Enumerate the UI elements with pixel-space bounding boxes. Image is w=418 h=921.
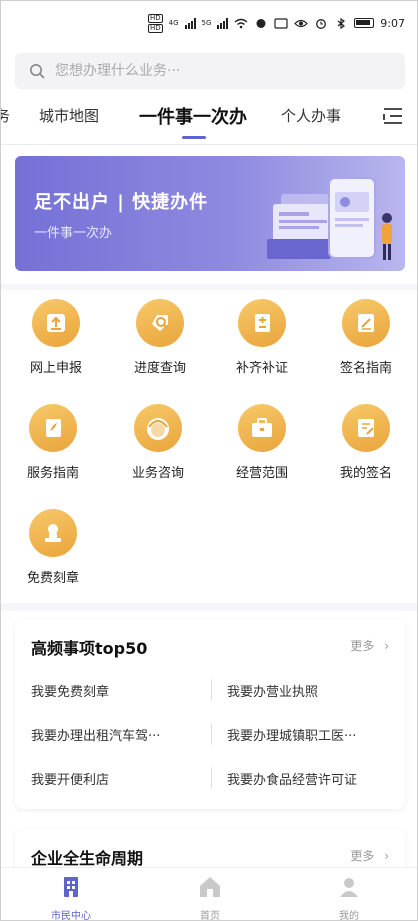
guide-book-icon — [29, 404, 77, 452]
service-label: 补齐补证 — [235, 361, 288, 376]
tab-personal-affairs[interactable]: 个人办事 — [281, 105, 341, 126]
banner-illustration — [267, 177, 392, 260]
my-signature-icon — [342, 404, 390, 452]
service-label: 业务咨询 — [131, 466, 184, 481]
alarm-icon — [316, 18, 327, 29]
service-consult[interactable]: 业务咨询 — [113, 404, 203, 481]
search-bar[interactable] — [15, 53, 405, 89]
battery-icon — [354, 18, 375, 28]
progress-search-icon — [136, 299, 184, 347]
tab-city-map[interactable]: 城市地图 — [39, 105, 99, 126]
signal1-icon — [184, 17, 196, 29]
service-sign-guide[interactable]: 签名指南 — [321, 299, 411, 376]
tab-menu-icon[interactable] — [381, 105, 405, 127]
search-icon — [30, 64, 45, 79]
column-divider — [211, 723, 212, 745]
top50-item[interactable]: 我要办理出租汽车驾··· — [31, 725, 209, 744]
tabs-divider — [1, 144, 417, 145]
service-label: 签名指南 — [339, 361, 392, 376]
sign-guide-icon — [342, 299, 390, 347]
nav-label: 市民中心 — [51, 911, 91, 921]
column-divider — [211, 767, 212, 789]
service-label: 经营范围 — [235, 466, 288, 481]
eye-icon — [294, 19, 309, 27]
chevron-right-icon: › — [384, 849, 389, 863]
bluetooth-icon — [337, 17, 346, 29]
more-label: 更多 — [350, 639, 375, 653]
service-label: 免费刻章 — [26, 571, 79, 586]
service-progress-query[interactable]: 进度查询 — [115, 299, 205, 376]
status-left: HD HD 4G 5G — [148, 13, 268, 33]
top50-more-link[interactable]: 更多 › — [350, 637, 389, 654]
top50-item[interactable]: 我要开便利店 — [31, 769, 201, 788]
service-guide[interactable]: 服务指南 — [8, 404, 98, 481]
vpn-icon — [256, 18, 266, 28]
nav-label: 我的 — [339, 911, 359, 921]
sim-badges: HD HD — [148, 13, 163, 33]
banner-title: 足不出户 | 快捷办件 — [34, 192, 209, 213]
service-free-seal[interactable]: 免费刻章 — [8, 509, 98, 586]
search-input[interactable] — [55, 63, 375, 79]
service-label: 进度查询 — [133, 361, 186, 376]
section-gap — [1, 603, 417, 611]
consult-icon — [134, 404, 182, 452]
service-supplement[interactable]: 补齐补证 — [217, 299, 307, 376]
network1-label: 4G — [168, 19, 179, 27]
clock-time: 9:07 — [380, 16, 405, 30]
home-icon — [200, 877, 220, 897]
top50-title: 高频事项top50 — [31, 639, 148, 658]
active-tab-indicator — [182, 136, 206, 139]
service-business-scope[interactable]: 经营范围 — [217, 404, 307, 481]
citizen-center-icon — [64, 877, 78, 897]
nav-label: 首页 — [200, 911, 220, 921]
section-gap — [1, 284, 417, 290]
app-frame: HD HD 4G 5G 9:07 务 城市地图 一件事一次办 个人办事 — [0, 0, 418, 921]
top50-card: 高频事项top50 更多 › 我要免费刻章 我要办营业执照 我要办理出租汽车驾·… — [15, 619, 405, 809]
seal-stamp-icon — [29, 509, 77, 557]
top50-item[interactable]: 我要办理城镇职工医··· — [227, 725, 397, 744]
status-right: 9:07 — [274, 17, 405, 30]
sim1-hd-badge: HD — [148, 13, 163, 23]
supplement-doc-icon — [238, 299, 286, 347]
profile-icon — [340, 878, 358, 897]
service-my-signature[interactable]: 我的签名 — [321, 404, 411, 481]
nav-citizen-center[interactable]: 市民中心 — [31, 874, 111, 921]
promo-banner[interactable]: 足不出户 | 快捷办件 一件事一次办 — [15, 156, 405, 271]
column-divider — [211, 679, 212, 701]
top50-item[interactable]: 我要办食品经营许可证 — [227, 769, 399, 788]
top50-item[interactable]: 我要免费刻章 — [31, 681, 201, 700]
service-label: 我的签名 — [339, 466, 392, 481]
banner-subtitle: 一件事一次办 — [34, 226, 113, 241]
signal2-icon — [217, 17, 229, 29]
network2-label: 5G — [201, 19, 212, 27]
sim2-hd-badge: HD — [148, 23, 163, 33]
category-tabs: 务 城市地图 一件事一次办 个人办事 — [1, 99, 417, 143]
more-label: 更多 — [350, 849, 375, 863]
service-label: 网上申报 — [29, 361, 82, 376]
lifecycle-more-link[interactable]: 更多 › — [350, 847, 389, 864]
tab-one-thing-once[interactable]: 一件事一次办 — [139, 103, 247, 129]
bottom-nav: 市民中心 首页 我的 — [1, 867, 417, 921]
status-bar: HD HD 4G 5G 9:07 — [1, 1, 417, 45]
service-label: 服务指南 — [26, 466, 79, 481]
nav-home[interactable]: 首页 — [170, 874, 250, 921]
nav-profile[interactable]: 我的 — [309, 874, 389, 921]
top50-item[interactable]: 我要办营业执照 — [227, 681, 397, 700]
upload-icon — [32, 299, 80, 347]
briefcase-icon — [238, 404, 286, 452]
tab-service-partial[interactable]: 务 — [1, 105, 10, 126]
chevron-right-icon: › — [384, 639, 389, 653]
wifi-icon — [234, 18, 248, 28]
cast-icon — [274, 17, 288, 29]
service-online-declare[interactable]: 网上申报 — [11, 299, 101, 376]
lifecycle-title: 企业全生命周期 — [31, 849, 144, 868]
